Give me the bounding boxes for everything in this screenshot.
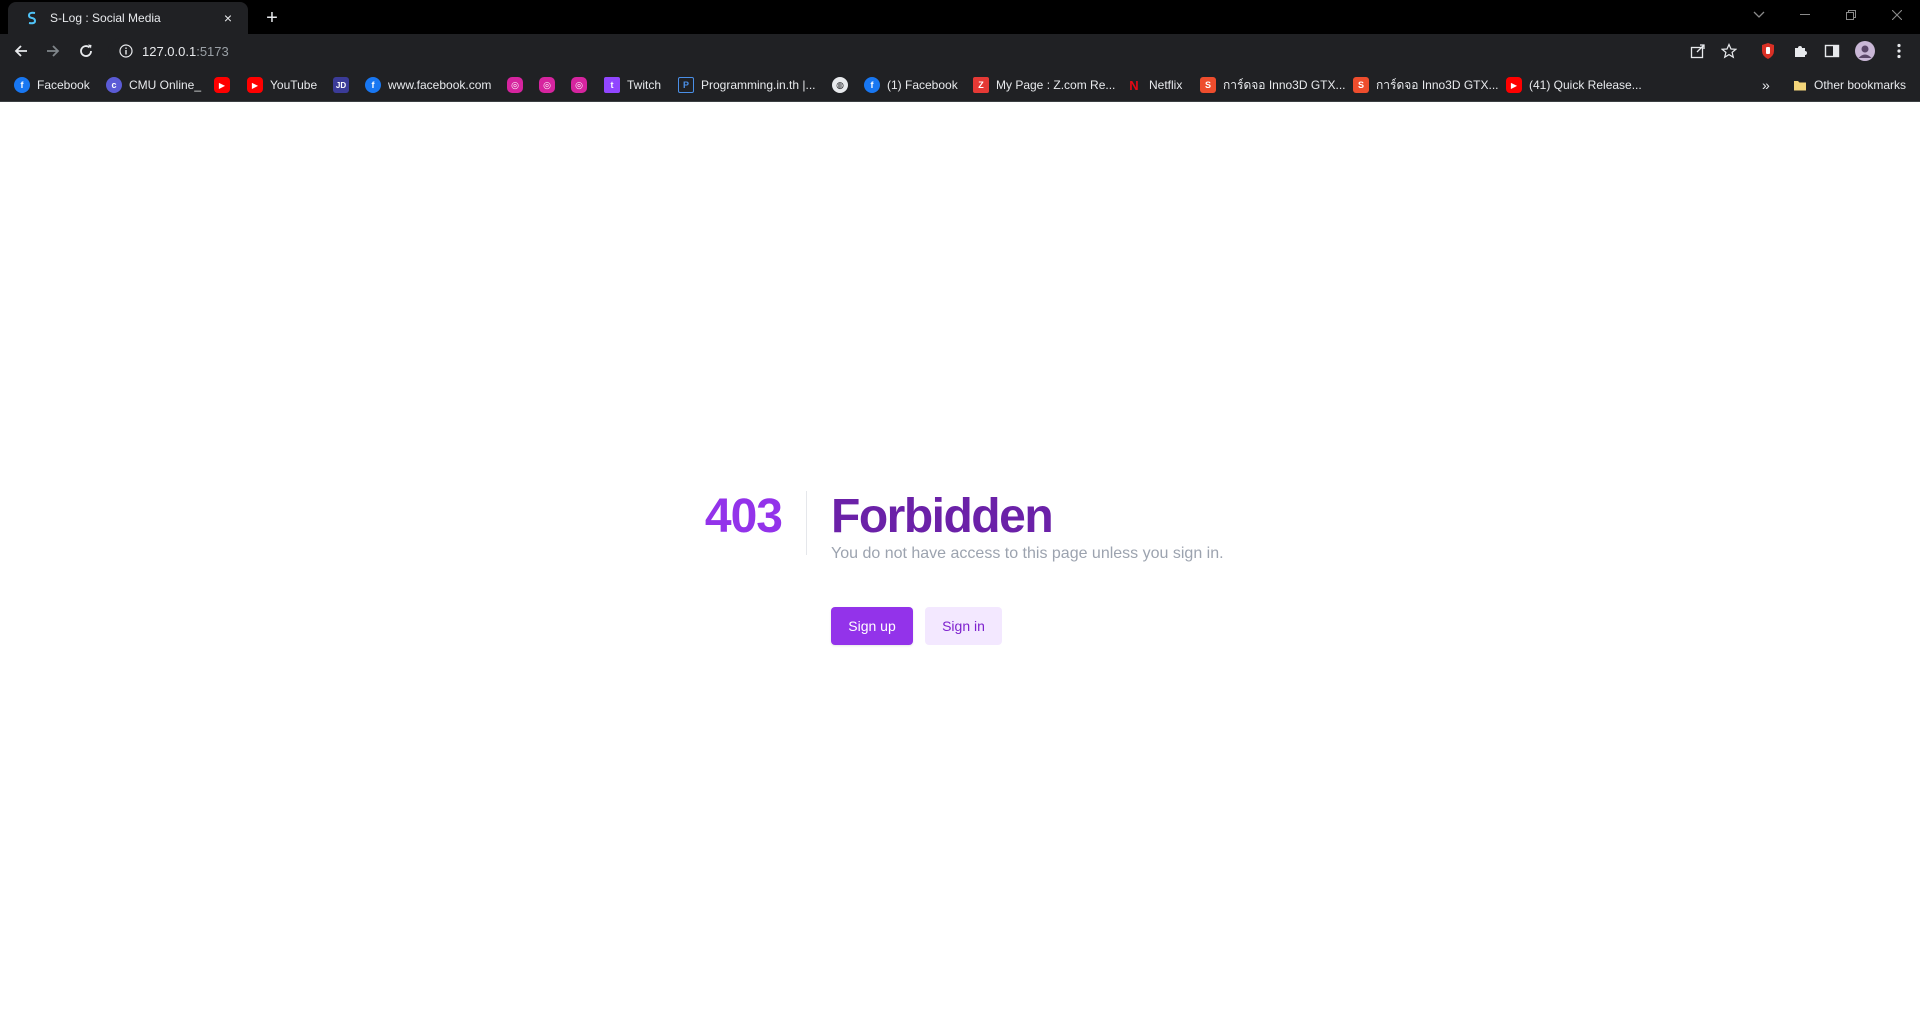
- bookmark-item[interactable]: ▶: [214, 76, 230, 94]
- browser-chrome: S-Log : Social Media × + 127.0.0.1:5173 …: [0, 0, 1920, 102]
- bookmark-item[interactable]: ◎: [539, 76, 555, 94]
- bookmark-item[interactable]: ◎: [571, 76, 587, 94]
- bookmark-label: CMU Online_: [129, 78, 202, 92]
- bookmarks-overflow-button[interactable]: »: [1762, 76, 1770, 94]
- profile-avatar[interactable]: [1855, 41, 1875, 61]
- divider: [806, 491, 807, 555]
- facebook-icon: f: [365, 77, 381, 93]
- tab-title: S-Log : Social Media: [50, 11, 161, 25]
- facebook-icon: f: [14, 77, 30, 93]
- bookmark-item[interactable]: f www.facebook.com: [365, 76, 491, 94]
- extension-blocker-icon[interactable]: [1758, 41, 1778, 61]
- extensions-puzzle-icon[interactable]: [1790, 41, 1810, 61]
- back-icon[interactable]: [9, 39, 33, 63]
- youtube-icon: ▶: [1506, 77, 1522, 93]
- cmu-icon: c: [106, 77, 122, 93]
- error-title: Forbidden: [831, 490, 1054, 543]
- bookmark-label: การ์ดจอ Inno3D GTX...: [1376, 77, 1499, 92]
- bookmark-label: Netflix: [1149, 78, 1183, 92]
- bookmark-item[interactable]: S การ์ดจอ Inno3D GTX...: [1353, 76, 1499, 94]
- programming-icon: P: [678, 77, 694, 93]
- bookmark-label: Programming.in.th |...: [701, 78, 816, 92]
- zcom-icon: Z: [973, 77, 989, 93]
- url-host: 127.0.0.1: [142, 43, 197, 59]
- bookmark-label: (41) Quick Release...: [1529, 78, 1642, 92]
- tab-search-icon[interactable]: [1736, 0, 1782, 30]
- twitch-icon: t: [604, 77, 620, 93]
- bookmark-item[interactable]: c CMU Online_: [106, 76, 201, 94]
- overflow-chevron-icon: »: [1762, 77, 1770, 93]
- youtube-icon: ▶: [214, 77, 230, 93]
- bookmark-label: Facebook: [37, 78, 90, 92]
- globe-icon: ◍: [832, 77, 848, 93]
- bookmark-label: (1) Facebook: [887, 78, 958, 92]
- browser-toolbar: 127.0.0.1:5173: [0, 34, 1920, 68]
- jd-icon: JD: [333, 77, 349, 93]
- youtube-icon: ▶: [247, 77, 263, 93]
- close-window-icon[interactable]: [1874, 0, 1920, 30]
- shop-icon: S: [1200, 77, 1216, 93]
- netflix-icon: N: [1129, 77, 1139, 93]
- bookmarks-bar: f Facebook c CMU Online_ ▶ ▶ YouTube JD f ww…: [0, 68, 1920, 102]
- folder-icon: [1793, 78, 1807, 92]
- forward-icon[interactable]: [41, 39, 65, 63]
- minimize-icon[interactable]: [1782, 0, 1828, 30]
- bookmark-star-icon[interactable]: [1719, 41, 1739, 61]
- slog-favicon-icon: [24, 10, 40, 26]
- bookmark-item[interactable]: f (1) Facebook: [864, 76, 958, 94]
- bookmark-label: www.facebook.com: [388, 78, 492, 92]
- menu-kebab-icon[interactable]: [1889, 41, 1909, 61]
- reload-icon[interactable]: [74, 39, 98, 63]
- bookmark-item[interactable]: Z My Page : Z.com Re...: [973, 76, 1115, 94]
- bookmark-item[interactable]: N Netflix: [1126, 76, 1182, 94]
- error-block: 403 Forbidden You do not have access to …: [690, 487, 1290, 567]
- tab-close-icon[interactable]: ×: [218, 8, 238, 28]
- restore-icon[interactable]: [1828, 0, 1874, 30]
- sign-in-button[interactable]: Sign in: [925, 607, 1002, 645]
- site-info-icon[interactable]: [118, 43, 134, 59]
- address-bar[interactable]: 127.0.0.1:5173: [108, 38, 1778, 64]
- tab-strip: S-Log : Social Media × +: [0, 0, 1920, 34]
- side-panel-icon[interactable]: [1822, 41, 1842, 61]
- error-message: You do not have access to this page unle…: [831, 545, 1224, 562]
- bookmark-item[interactable]: t Twitch: [604, 76, 661, 94]
- bookmark-item[interactable]: ◍: [832, 76, 848, 94]
- bookmark-label: YouTube: [270, 78, 318, 92]
- bookmark-label: การ์ดจอ Inno3D GTX...: [1223, 77, 1346, 92]
- instagram-icon: ◎: [507, 77, 523, 93]
- instagram-icon: ◎: [571, 77, 587, 93]
- bookmark-item[interactable]: f Facebook: [14, 76, 90, 94]
- new-tab-button[interactable]: +: [260, 6, 284, 30]
- bookmark-label: My Page : Z.com Re...: [996, 78, 1116, 92]
- shop-icon: S: [1353, 77, 1369, 93]
- instagram-icon: ◎: [539, 77, 555, 93]
- bookmark-item[interactable]: ▶ (41) Quick Release...: [1506, 76, 1642, 94]
- bookmark-item[interactable]: P Programming.in.th |...: [678, 76, 816, 94]
- bookmark-label: Twitch: [627, 78, 662, 92]
- other-bookmarks-label: Other bookmarks: [1814, 78, 1907, 92]
- bookmark-item[interactable]: ◎: [507, 76, 523, 94]
- sign-up-button[interactable]: Sign up: [831, 607, 913, 645]
- share-icon[interactable]: [1688, 41, 1708, 61]
- other-bookmarks[interactable]: Other bookmarks: [1793, 76, 1906, 94]
- browser-tab[interactable]: S-Log : Social Media ×: [8, 2, 248, 34]
- url-port: :5173: [196, 43, 229, 59]
- page-content: 403 Forbidden You do not have access to …: [0, 102, 1920, 1033]
- url-text: 127.0.0.1:5173: [142, 44, 229, 59]
- bookmark-item[interactable]: ▶ YouTube: [247, 76, 317, 94]
- error-code: 403: [704, 490, 783, 543]
- bookmark-item[interactable]: JD: [333, 76, 349, 94]
- facebook-icon: f: [864, 77, 880, 93]
- bookmark-item[interactable]: S การ์ดจอ Inno3D GTX...: [1200, 76, 1346, 94]
